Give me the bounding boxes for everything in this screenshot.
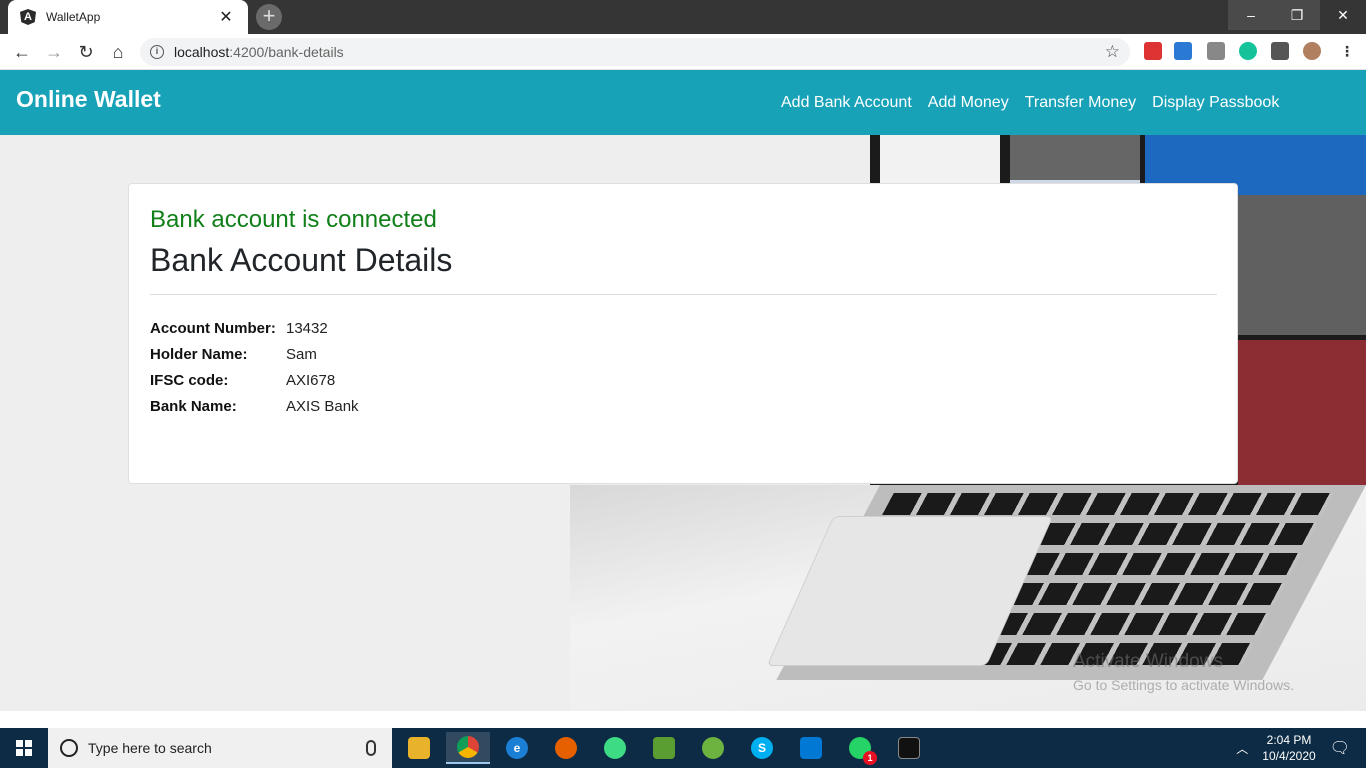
detail-label: Holder Name: (150, 345, 248, 363)
nav-display-passbook[interactable]: Display Passbook (1152, 94, 1279, 112)
info-icon[interactable]: i (150, 45, 164, 59)
terminal-icon[interactable] (887, 732, 931, 764)
brand-title[interactable]: Online Wallet (16, 86, 161, 113)
clock-date: 10/4/2020 (1262, 749, 1316, 763)
cortana-icon (60, 739, 78, 757)
tab-title: WalletApp (46, 10, 101, 24)
page-title: Bank Account Details (150, 242, 453, 278)
nav-add-bank-account[interactable]: Add Bank Account (781, 94, 912, 112)
taskbar-search[interactable]: Type here to search (48, 728, 392, 768)
bookmark-star-icon[interactable]: ☆ (1105, 42, 1120, 62)
nav-transfer-money[interactable]: Transfer Money (1025, 94, 1136, 112)
browser-tab[interactable]: A WalletApp ✕ (8, 0, 248, 34)
browser-titlebar: A WalletApp ✕ + – ❐ ✕ (0, 0, 1366, 34)
file-explorer-icon[interactable] (397, 732, 441, 764)
watermark-title: Activate Windows (1073, 651, 1223, 672)
home-icon[interactable]: ⌂ (106, 40, 130, 64)
system-tray: ︿ 2:04 PM 10/4/2020 🗨 (1236, 728, 1366, 768)
address-bar[interactable]: i localhost :4200/bank-details ☆ (140, 38, 1130, 66)
detail-value: AXI678 (286, 371, 336, 389)
minimize-button[interactable]: – (1228, 0, 1274, 30)
whatsapp-icon[interactable]: 1 (838, 732, 882, 765)
android-studio-icon[interactable] (593, 732, 637, 764)
tab-close-icon[interactable]: ✕ (216, 7, 236, 27)
charts-app-icon[interactable] (642, 732, 686, 764)
new-tab-button[interactable]: + (256, 4, 282, 30)
start-button[interactable] (0, 728, 48, 768)
clock[interactable]: 2:04 PM 10/4/2020 (1262, 732, 1315, 764)
firefox-icon[interactable] (544, 732, 588, 764)
activate-windows-watermark: Activate Windows Go to Settings to activ… (1073, 651, 1294, 693)
menu-kebab-icon[interactable]: ⋮ (1338, 42, 1356, 60)
maximize-button[interactable]: ❐ (1274, 0, 1320, 30)
nav-add-money[interactable]: Add Money (928, 94, 1009, 112)
browser-toolbar: ← → ↻ ⌂ i localhost :4200/bank-details ☆… (0, 34, 1366, 70)
skype-icon[interactable]: S (740, 732, 784, 764)
search-placeholder: Type here to search (88, 740, 212, 756)
puzzle-icon[interactable] (1271, 42, 1289, 60)
extension-new-icon[interactable] (1174, 42, 1192, 60)
angular-icon: A (20, 9, 36, 25)
detail-row-bank-name: Bank Name: AXIS Bank (150, 393, 359, 419)
connection-status: Bank account is connected (150, 206, 437, 233)
windows-taskbar: Type here to search e S 1 ︿ 2:04 PM 10/4… (0, 728, 1366, 768)
detail-label: Account Number: (150, 319, 276, 337)
extension-red-icon[interactable] (1144, 42, 1162, 60)
extension-cast-icon[interactable] (1207, 42, 1225, 60)
detail-label: Bank Name: (150, 397, 237, 415)
edge-icon[interactable]: e (495, 732, 539, 764)
detail-value: 13432 (286, 319, 328, 337)
detail-label: IFSC code: (150, 371, 229, 389)
microphone-icon[interactable] (366, 740, 376, 756)
vscode-icon[interactable] (789, 732, 833, 764)
notification-badge: 1 (863, 751, 877, 765)
clock-time: 2:04 PM (1266, 733, 1312, 747)
close-window-button[interactable]: ✕ (1320, 0, 1366, 30)
url-path: :4200/bank-details (229, 44, 344, 60)
chevron-up-icon[interactable]: ︿ (1236, 740, 1248, 757)
avatar[interactable] (1303, 42, 1321, 60)
bank-details-card: Bank account is connected Bank Account D… (128, 183, 1238, 484)
details-list: Account Number: 13432 Holder Name: Sam I… (150, 315, 359, 419)
detail-row-ifsc-code: IFSC code: AXI678 (150, 367, 359, 393)
chrome-icon[interactable] (446, 732, 490, 764)
watermark-subtitle: Go to Settings to activate Windows. (1073, 677, 1294, 693)
detail-row-holder-name: Holder Name: Sam (150, 341, 359, 367)
reload-icon[interactable]: ↻ (74, 40, 98, 64)
detail-row-account-number: Account Number: 13432 (150, 315, 359, 341)
detail-value: AXIS Bank (286, 397, 359, 415)
notification-center-icon[interactable]: 🗨 (1330, 738, 1350, 758)
windows-logo-icon (16, 740, 32, 756)
forward-arrow-icon[interactable]: → (42, 40, 66, 64)
app-viewport: Online Wallet Add Bank Account Add Money… (0, 70, 1366, 711)
divider (150, 294, 1217, 295)
app-navbar: Online Wallet Add Bank Account Add Money… (0, 70, 1366, 135)
grammarly-icon[interactable] (1239, 42, 1257, 60)
detail-value: Sam (286, 345, 317, 363)
spring-tool-icon[interactable] (691, 732, 735, 764)
back-arrow-icon[interactable]: ← (10, 40, 34, 64)
nav-links: Add Bank Account Add Money Transfer Mone… (773, 94, 1287, 112)
url-host: localhost (174, 44, 230, 60)
